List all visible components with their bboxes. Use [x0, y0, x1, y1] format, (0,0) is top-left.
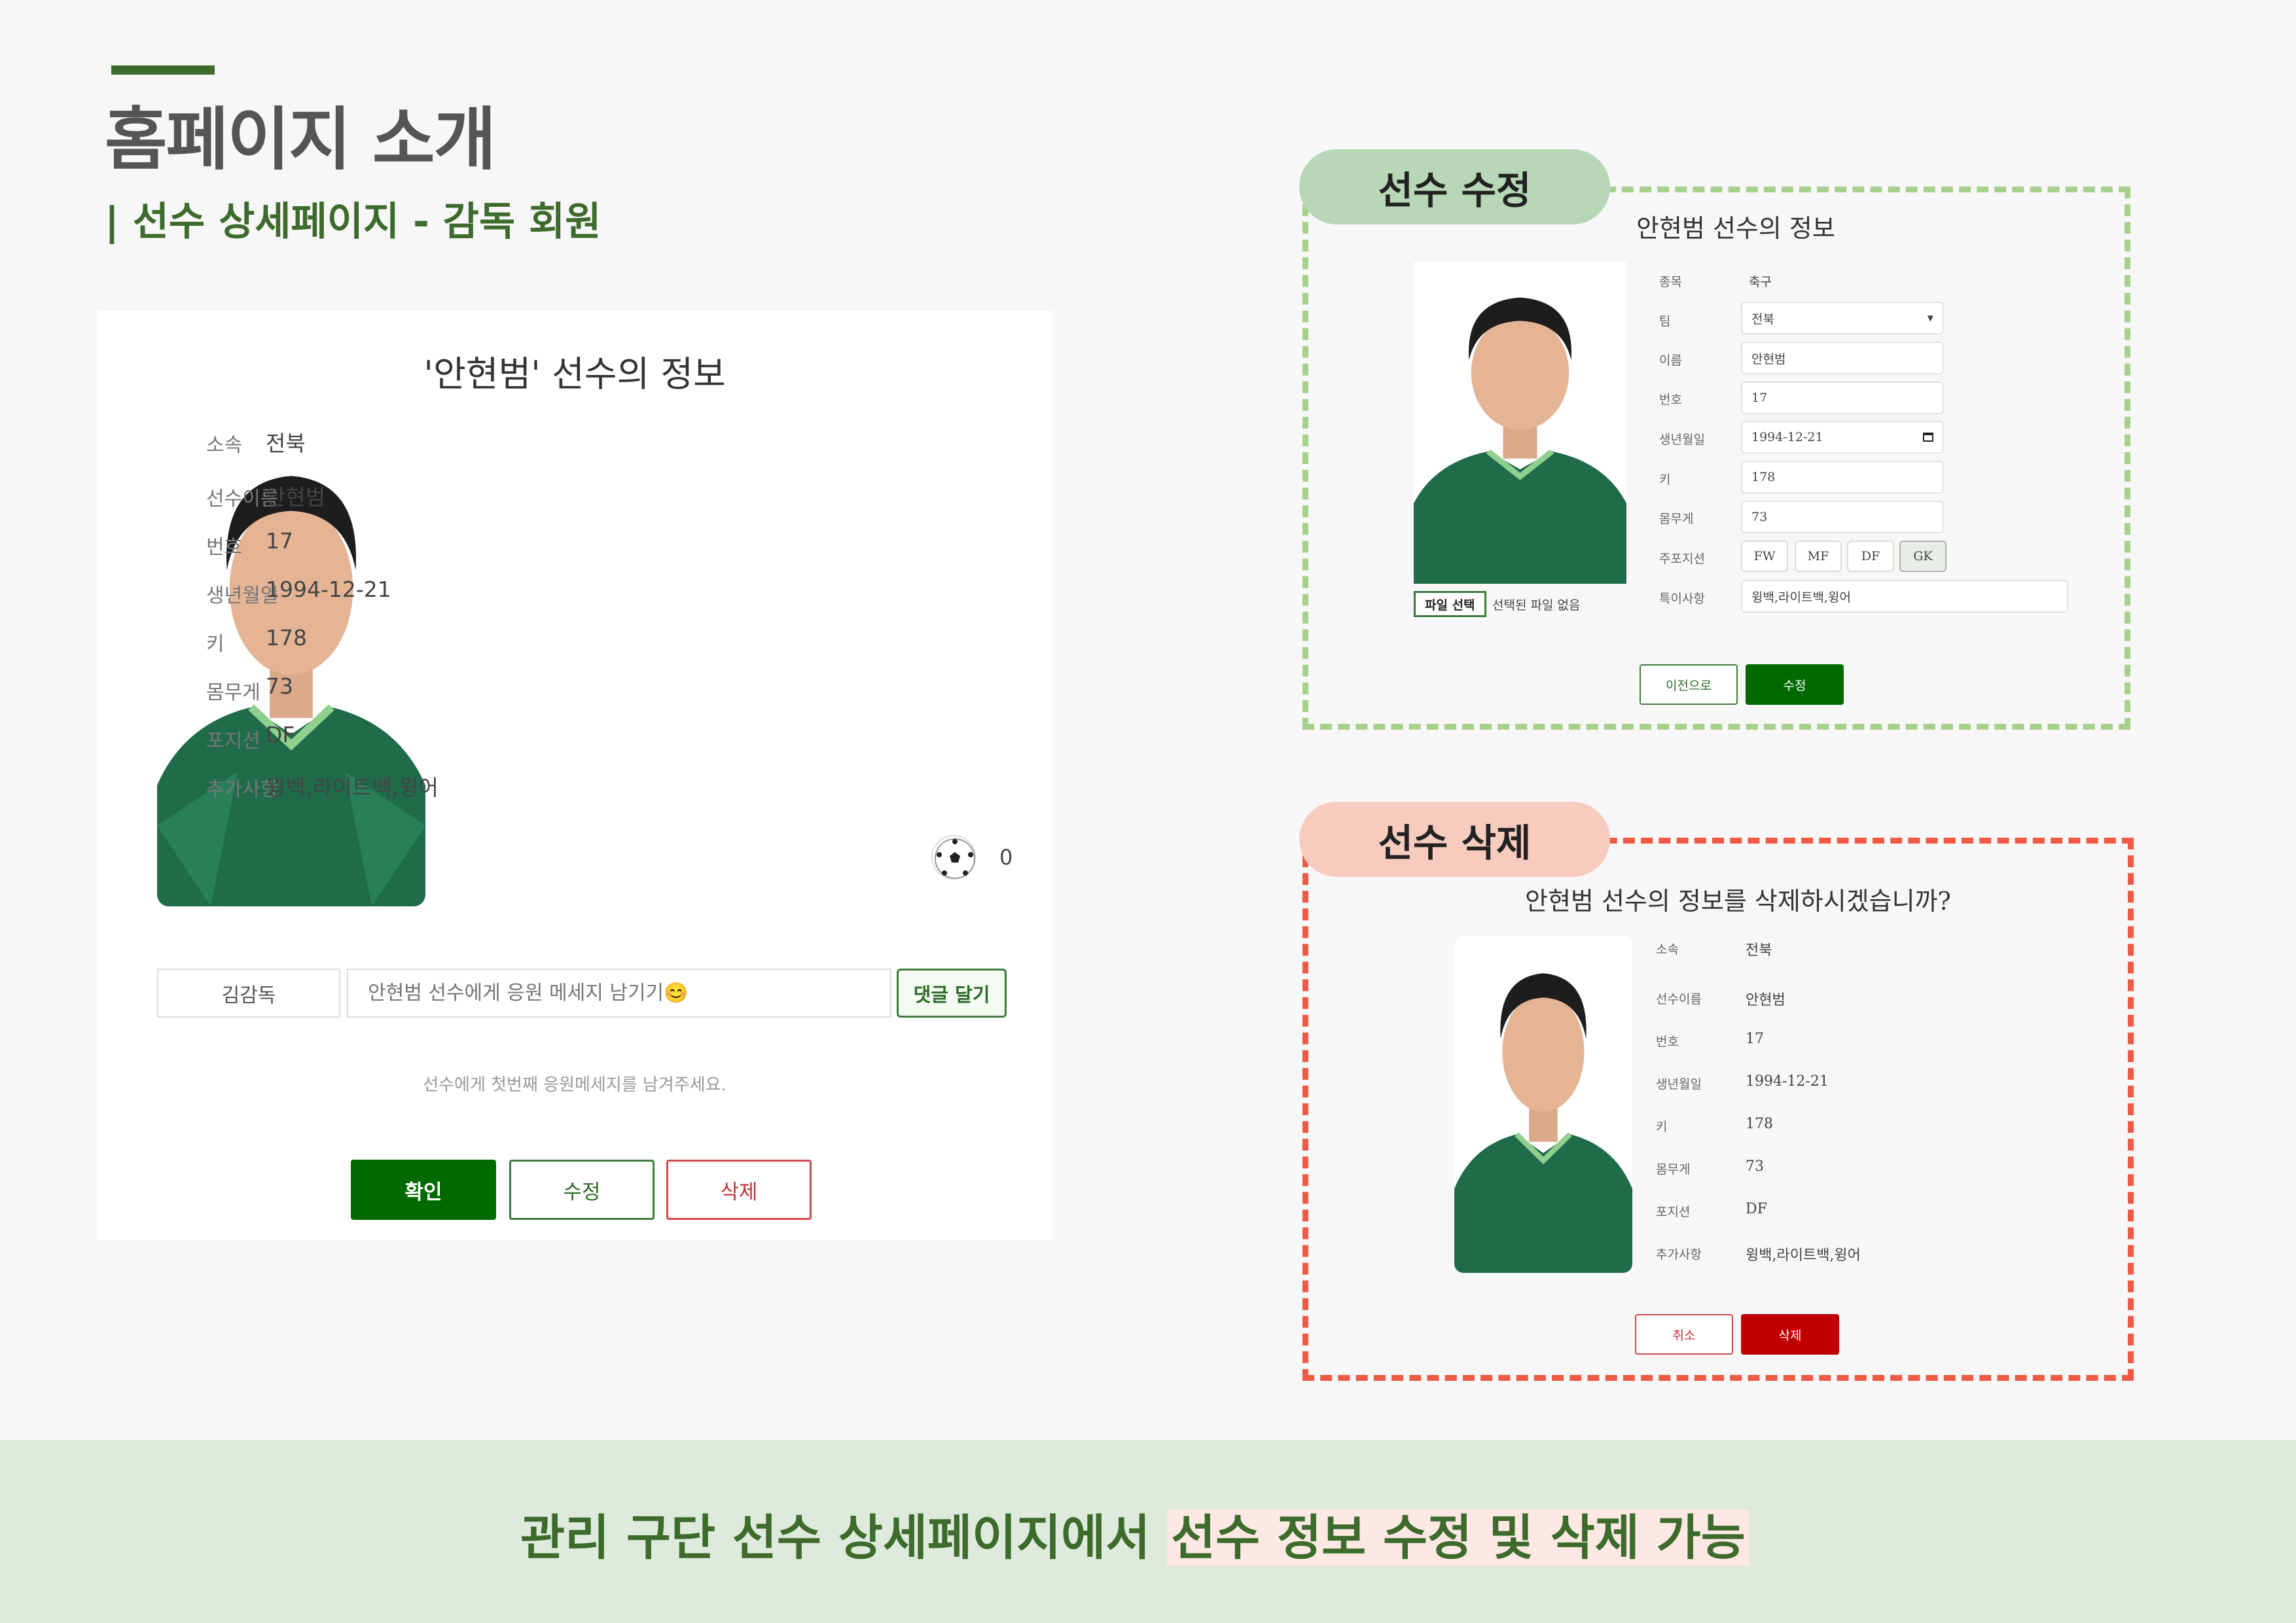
- form-value-sport: 축구: [1749, 275, 1772, 289]
- banner-text: 관리 구단 선수 상세페이지에서 선수 정보 수정 및 삭제 가능: [520, 1499, 1749, 1569]
- name-field[interactable]: 안현범: [1741, 342, 1944, 374]
- comment-input[interactable]: [347, 969, 891, 1018]
- position-mf-button[interactable]: MF: [1795, 541, 1842, 572]
- del-value-team: 전북: [1746, 942, 1772, 959]
- like-count: 0: [999, 845, 1013, 870]
- del-label-name: 선수이름: [1656, 992, 1702, 1007]
- accent-bar: [111, 65, 215, 75]
- comment-submit-button[interactable]: 댓글 달기: [897, 969, 1007, 1018]
- info-label-position: 포지션: [206, 730, 260, 753]
- del-label-number: 번호: [1656, 1035, 1679, 1049]
- height-field[interactable]: 178: [1741, 461, 1944, 493]
- del-label-team: 소속: [1656, 942, 1679, 957]
- form-label-name: 이름: [1659, 353, 1682, 368]
- birth-field-value: 1994-12-21: [1751, 430, 1823, 444]
- del-label-weight: 몸무게: [1656, 1162, 1691, 1177]
- del-value-notes: 윙백,라이트백,윙어: [1746, 1247, 1861, 1264]
- position-df-button[interactable]: DF: [1847, 541, 1894, 572]
- number-field[interactable]: 17: [1741, 382, 1944, 414]
- info-label-number: 번호: [206, 536, 243, 559]
- edit-tag: 선수 수정: [1299, 149, 1610, 224]
- info-value-position: DF: [266, 722, 295, 747]
- delete-panel: [1302, 838, 2134, 1381]
- cancel-delete-button[interactable]: 취소: [1635, 1314, 1733, 1355]
- info-label-height: 키: [206, 633, 224, 656]
- info-value-height: 178: [266, 625, 307, 651]
- delete-player-photo: [1454, 936, 1632, 1273]
- info-value-number: 17: [266, 528, 293, 554]
- del-label-height: 키: [1656, 1120, 1668, 1134]
- birth-field[interactable]: 1994-12-21: [1741, 421, 1944, 454]
- delete-heading: 안현범 선수의 정보를 삭제하시겠습니까?: [1525, 887, 1951, 916]
- form-label-weight: 몸무게: [1659, 512, 1694, 526]
- info-value-weight: 73: [266, 673, 293, 699]
- del-value-number: 17: [1746, 1031, 1764, 1047]
- form-label-sport: 종목: [1659, 275, 1682, 289]
- banner-text-highlight: 선수 정보 수정 및 삭제 가능: [1167, 1510, 1749, 1566]
- confirm-button[interactable]: 확인: [351, 1160, 496, 1220]
- form-label-height: 키: [1659, 473, 1671, 487]
- info-label-team: 소속: [206, 434, 243, 457]
- player-detail-card: '안현범' 선수의 정보 소속 전북 선수이름 안현범 번호 17 생년월일 1…: [97, 311, 1052, 1240]
- form-label-notes: 특이사항: [1659, 592, 1705, 606]
- like-area: 0: [931, 834, 1013, 880]
- del-label-position: 포지션: [1656, 1205, 1691, 1219]
- notes-field[interactable]: 윙백,라이트백,윙어: [1741, 580, 2068, 613]
- position-fw-button[interactable]: FW: [1741, 541, 1788, 572]
- edit-heading: 안현범 선수의 정보: [1636, 214, 1835, 243]
- position-gk-button[interactable]: GK: [1899, 541, 1946, 572]
- page-title: 홈페이지 소개: [105, 99, 496, 179]
- calendar-icon[interactable]: [1923, 433, 1933, 442]
- team-select-value: 전북: [1751, 312, 1774, 327]
- empty-comment-message: 선수에게 첫번째 응원메세지를 남겨주세요.: [423, 1075, 726, 1095]
- delete-button[interactable]: 삭제: [666, 1160, 812, 1220]
- back-button[interactable]: 이전으로: [1640, 664, 1738, 705]
- form-label-position: 주포지션: [1659, 552, 1705, 566]
- del-value-name: 안현범: [1746, 992, 1785, 1008]
- team-select[interactable]: 전북 ▼: [1741, 302, 1944, 334]
- info-value-birth: 1994-12-21: [266, 577, 391, 602]
- banner-text-plain: 관리 구단 선수 상세페이지에서: [520, 1510, 1168, 1566]
- form-label-birth: 생년월일: [1659, 433, 1705, 447]
- del-value-weight: 73: [1746, 1158, 1764, 1175]
- del-label-notes: 추가사항: [1656, 1247, 1702, 1262]
- weight-field[interactable]: 73: [1741, 501, 1944, 533]
- delete-tag: 선수 삭제: [1299, 802, 1610, 877]
- info-value-name: 안현범: [266, 484, 326, 510]
- chevron-down-icon: ▼: [1927, 313, 1933, 323]
- del-value-position: DF: [1746, 1201, 1767, 1217]
- file-select-button[interactable]: 파일 선택: [1414, 591, 1486, 617]
- file-status: 선택된 파일 없음: [1492, 598, 1581, 613]
- form-label-number: 번호: [1659, 393, 1682, 407]
- info-label-weight: 몸무게: [206, 681, 260, 704]
- del-label-birth: 생년월일: [1656, 1077, 1702, 1092]
- confirm-delete-button[interactable]: 삭제: [1741, 1314, 1839, 1355]
- detail-title: '안현범' 선수의 정보: [423, 353, 726, 395]
- page-subtitle: | 선수 상세페이지 - 감독 회원: [105, 199, 601, 245]
- edit-button[interactable]: 수정: [509, 1160, 655, 1220]
- edit-player-photo: [1414, 262, 1626, 584]
- comment-author: 김감독: [157, 969, 340, 1018]
- form-label-team: 팀: [1659, 314, 1671, 329]
- info-value-team: 전북: [266, 431, 306, 456]
- del-value-birth: 1994-12-21: [1746, 1073, 1829, 1090]
- submit-edit-button[interactable]: 수정: [1746, 664, 1844, 705]
- info-value-notes: 윙백,라이트백,윙어: [266, 775, 439, 800]
- del-value-height: 178: [1746, 1116, 1773, 1132]
- soccer-ball-icon[interactable]: [931, 835, 976, 880]
